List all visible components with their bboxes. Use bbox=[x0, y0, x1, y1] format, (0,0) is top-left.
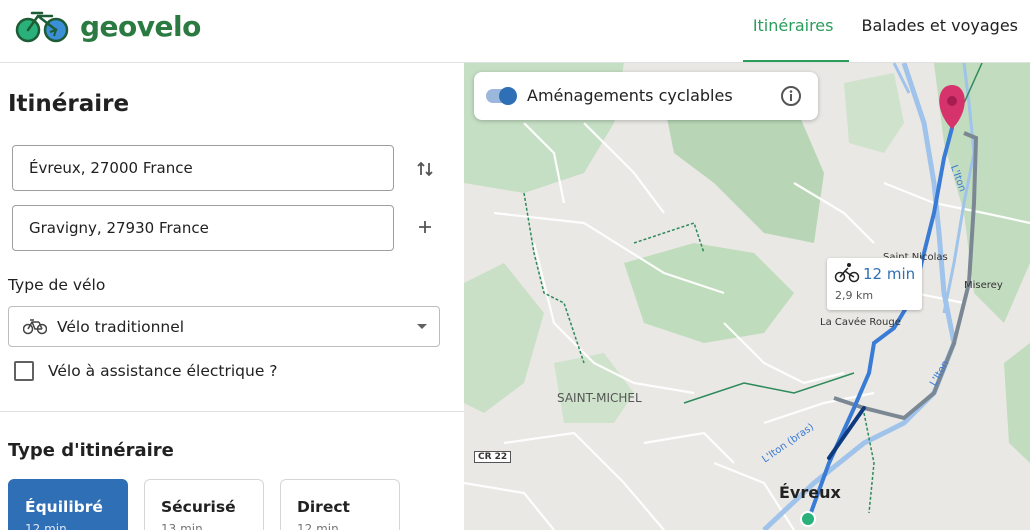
route-type-title: Direct bbox=[297, 498, 350, 516]
bicycle-logo-icon bbox=[15, 11, 69, 43]
cycle-facilities-label: Aménagements cyclables bbox=[527, 86, 733, 105]
nav-itineraires[interactable]: Itinéraires bbox=[742, 0, 850, 62]
cycle-facilities-switch[interactable] bbox=[486, 87, 517, 105]
top-bar: geovelo Itinéraires Balades et voyages bbox=[0, 0, 1030, 63]
section-divider bbox=[0, 411, 464, 412]
destination-input[interactable]: Gravigny, 27930 France bbox=[12, 205, 394, 251]
info-icon[interactable] bbox=[780, 85, 802, 107]
place-label: Miserey bbox=[964, 280, 1003, 291]
route-summary-bubble[interactable]: 12 min 2,9 km bbox=[827, 258, 922, 310]
cyclist-icon bbox=[834, 263, 860, 283]
city-label: Évreux bbox=[779, 483, 841, 502]
swap-vertical-icon bbox=[417, 161, 433, 177]
map-view[interactable]: Saint Nicolas Miserey La Cavée Rouge SAI… bbox=[464, 63, 1030, 530]
bike-type-select[interactable]: Vélo traditionnel bbox=[8, 306, 440, 347]
ebike-label: Vélo à assistance électrique ? bbox=[48, 362, 278, 380]
place-label: La Cavée Rouge bbox=[820, 317, 901, 328]
bike-type-label: Type de vélo bbox=[8, 276, 106, 294]
panel-title: Itinéraire bbox=[8, 91, 130, 117]
route-type-title: Équilibré bbox=[25, 498, 103, 516]
origin-input[interactable]: Évreux, 27000 France bbox=[12, 145, 394, 191]
chevron-down-icon bbox=[417, 324, 427, 329]
plus-icon bbox=[419, 221, 431, 233]
place-label: SAINT-MICHEL bbox=[557, 391, 642, 405]
route-type-securise[interactable]: Sécurisé 13 min bbox=[144, 479, 264, 530]
itinerary-panel: Itinéraire Évreux, 27000 France Gravigny… bbox=[0, 63, 464, 530]
ebike-option: Vélo à assistance électrique ? bbox=[14, 361, 278, 381]
cycle-facilities-toggle-card: Aménagements cyclables bbox=[474, 72, 818, 120]
geovelo-logo[interactable]: geovelo bbox=[14, 6, 201, 46]
route-distance: 2,9 km bbox=[835, 289, 874, 302]
route-type-equilibre[interactable]: Équilibré 12 min bbox=[8, 479, 128, 530]
origin-marker[interactable] bbox=[800, 511, 816, 527]
route-type-time: 13 min bbox=[161, 522, 203, 530]
add-step-button[interactable] bbox=[412, 214, 438, 240]
main-nav: Itinéraires Balades et voyages bbox=[742, 0, 1030, 62]
road-label: CR 22 bbox=[474, 451, 512, 463]
route-type-time: 12 min bbox=[25, 522, 67, 530]
nav-balades-et-voyages[interactable]: Balades et voyages bbox=[849, 0, 1030, 62]
route-type-title: Sécurisé bbox=[161, 498, 236, 516]
swap-button[interactable] bbox=[412, 156, 438, 182]
map-canvas[interactable] bbox=[464, 63, 1030, 530]
ebike-checkbox[interactable] bbox=[14, 361, 34, 381]
route-type-time: 12 min bbox=[297, 522, 339, 530]
bicycle-icon bbox=[23, 318, 47, 334]
route-time: 12 min bbox=[863, 265, 916, 283]
logo-text: geovelo bbox=[80, 9, 201, 43]
bike-type-value: Vélo traditionnel bbox=[57, 317, 185, 336]
route-type-direct[interactable]: Direct 12 min bbox=[280, 479, 400, 530]
route-type-label: Type d'itinéraire bbox=[8, 440, 174, 461]
